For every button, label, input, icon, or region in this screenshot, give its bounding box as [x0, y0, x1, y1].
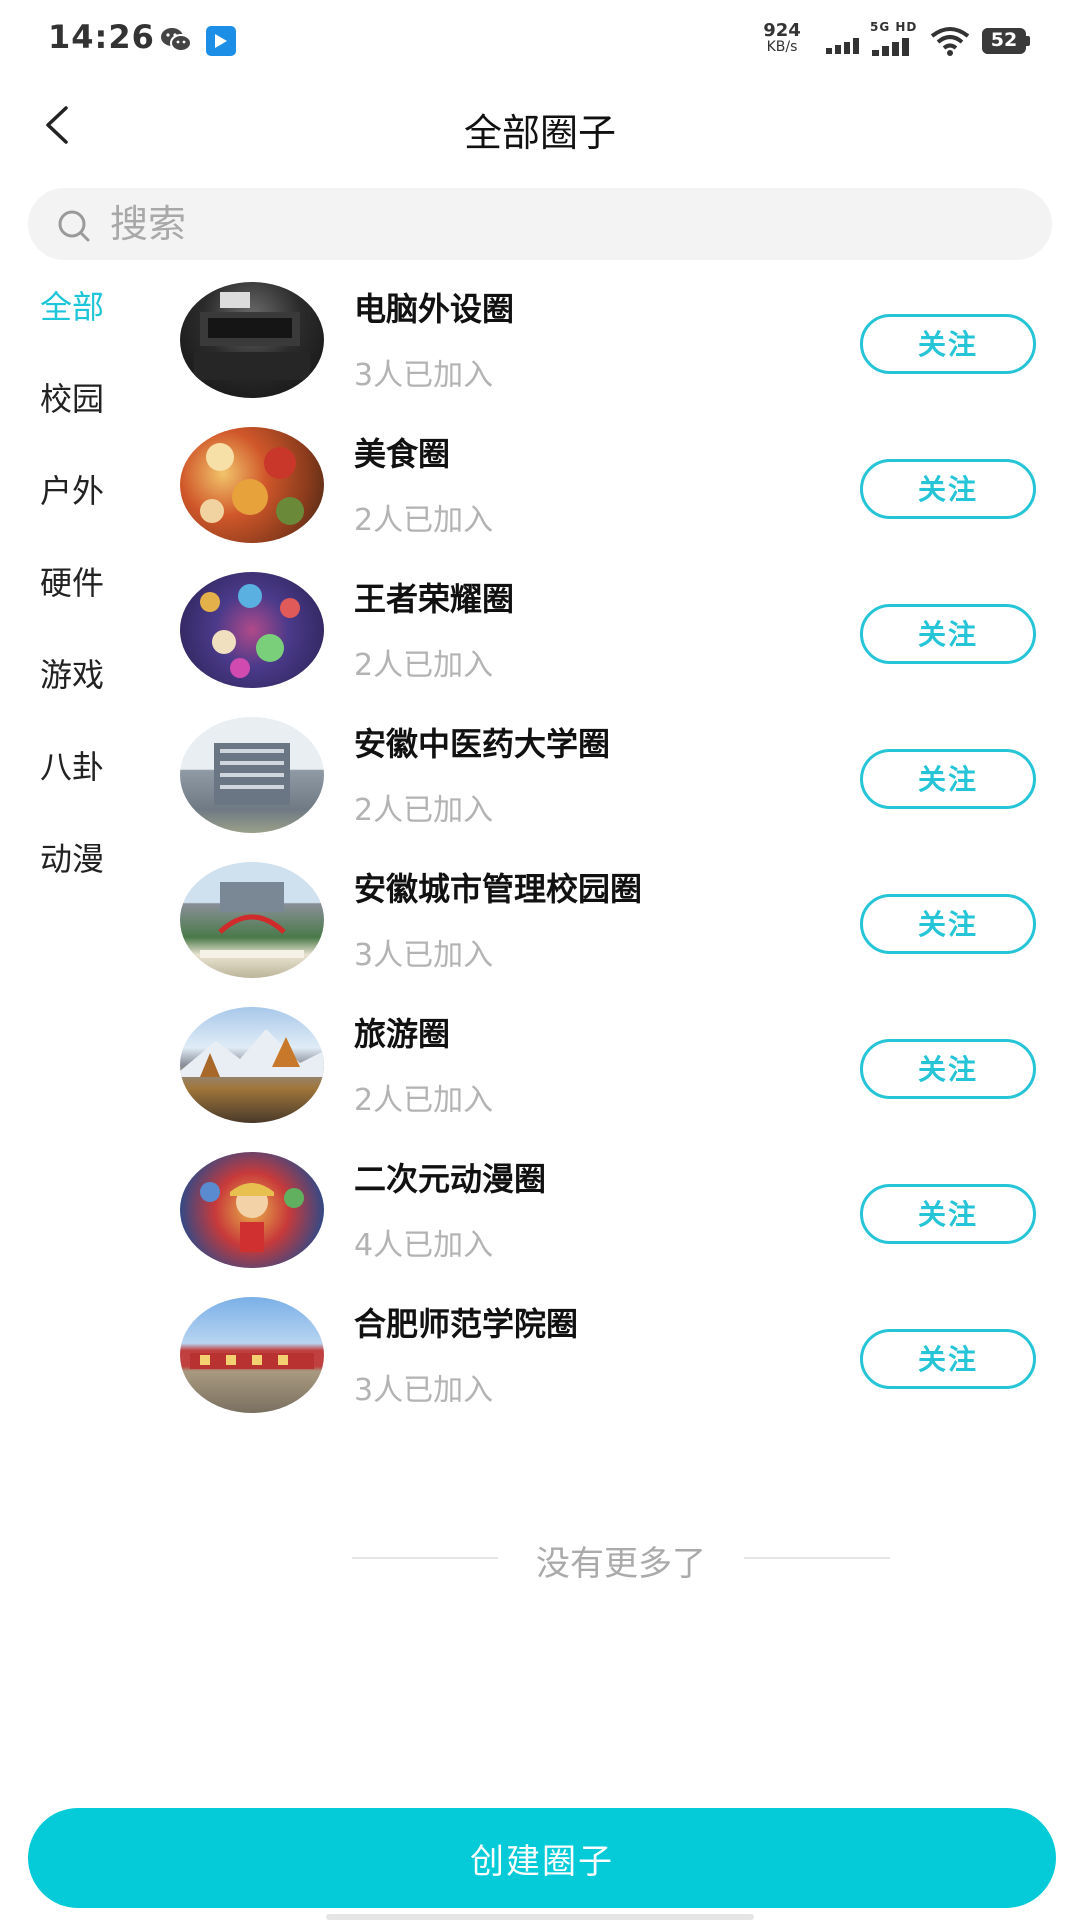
- circle-avatar: [180, 862, 324, 978]
- create-circle-button[interactable]: 创建圈子: [28, 1808, 1056, 1908]
- divider: [744, 1557, 890, 1559]
- list-item[interactable]: 王者荣耀圈 2人已加入 关注: [170, 572, 1050, 712]
- network-speed-value: 924: [763, 20, 801, 41]
- search-input[interactable]: [110, 198, 1010, 250]
- circle-name: 合肥师范学院圈: [354, 1305, 579, 1343]
- circle-name: 电脑外设圈: [354, 290, 515, 328]
- circle-name: 旅游圈: [354, 1015, 451, 1053]
- list-item[interactable]: 二次元动漫圈 4人已加入 关注: [170, 1152, 1050, 1292]
- circle-avatar: [180, 572, 324, 688]
- circle-name: 安徽城市管理校园圈: [354, 870, 643, 908]
- wifi-icon: [930, 27, 970, 56]
- circle-avatar: [180, 282, 324, 398]
- battery-icon: 52: [982, 28, 1030, 54]
- follow-button[interactable]: 关注: [860, 749, 1036, 809]
- divider: [352, 1557, 498, 1559]
- list-end-text: 没有更多了: [536, 1544, 706, 1584]
- search-icon: [58, 210, 90, 242]
- network-speed-unit: KB/s: [766, 39, 798, 55]
- circle-name: 安徽中医药大学圈: [354, 725, 611, 763]
- follow-button[interactable]: 关注: [860, 314, 1036, 374]
- battery-cap: [1026, 36, 1030, 46]
- circle-name: 美食圈: [354, 435, 451, 473]
- circle-member-count: 2人已加入: [354, 648, 494, 683]
- category-item-anime[interactable]: 动漫: [40, 834, 104, 880]
- category-item-games[interactable]: 游戏: [40, 650, 104, 696]
- signal-icon: [826, 38, 859, 54]
- battery-level: 52: [990, 29, 1018, 51]
- circle-name: 王者荣耀圈: [354, 580, 515, 618]
- circle-avatar: [180, 427, 324, 543]
- list-item[interactable]: 合肥师范学院圈 3人已加入 关注: [170, 1297, 1050, 1437]
- circle-member-count: 3人已加入: [354, 358, 494, 393]
- page-title: 全部圈子: [463, 111, 616, 155]
- follow-button[interactable]: 关注: [860, 604, 1036, 664]
- status-bar: 14:26 924 KB/s 5G HD 52: [0, 0, 1080, 82]
- list-item[interactable]: 美食圈 2人已加入 关注: [170, 427, 1050, 567]
- circle-member-count: 3人已加入: [354, 1373, 494, 1408]
- circle-member-count: 3人已加入: [354, 938, 494, 973]
- circle-avatar: [180, 717, 324, 833]
- header: 全部圈子: [0, 90, 1080, 160]
- circle-member-count: 4人已加入: [354, 1228, 494, 1263]
- follow-button[interactable]: 关注: [860, 1039, 1036, 1099]
- circle-avatar: [180, 1007, 324, 1123]
- status-time: 14:26: [48, 18, 155, 56]
- follow-button[interactable]: 关注: [860, 459, 1036, 519]
- wechat-icon: [161, 28, 192, 52]
- circle-member-count: 2人已加入: [354, 503, 494, 538]
- follow-button[interactable]: 关注: [860, 894, 1036, 954]
- circle-member-count: 2人已加入: [354, 1083, 494, 1118]
- follow-button[interactable]: 关注: [860, 1184, 1036, 1244]
- follow-button[interactable]: 关注: [860, 1329, 1036, 1389]
- circle-avatar: [180, 1297, 324, 1413]
- search-bar[interactable]: [28, 188, 1052, 260]
- app-notification-icon: [206, 26, 236, 56]
- signal-icon: [872, 38, 909, 56]
- category-item-outdoor[interactable]: 户外: [40, 466, 104, 512]
- category-item-gossip[interactable]: 八卦: [40, 742, 104, 788]
- network-speed: 924 KB/s: [752, 22, 812, 56]
- category-item-hardware[interactable]: 硬件: [40, 558, 104, 604]
- list-item[interactable]: 安徽城市管理校园圈 3人已加入 关注: [170, 862, 1050, 1002]
- list-item[interactable]: 旅游圈 2人已加入 关注: [170, 1007, 1050, 1147]
- circle-member-count: 2人已加入: [354, 793, 494, 828]
- category-item-all[interactable]: 全部: [40, 282, 104, 328]
- list-item[interactable]: 电脑外设圈 3人已加入 关注: [170, 282, 1050, 422]
- list-item[interactable]: 安徽中医药大学圈 2人已加入 关注: [170, 717, 1050, 857]
- circle-avatar: [180, 1152, 324, 1268]
- category-item-campus[interactable]: 校园: [40, 374, 104, 420]
- circle-name: 二次元动漫圈: [354, 1160, 547, 1198]
- home-indicator: [326, 1914, 754, 1920]
